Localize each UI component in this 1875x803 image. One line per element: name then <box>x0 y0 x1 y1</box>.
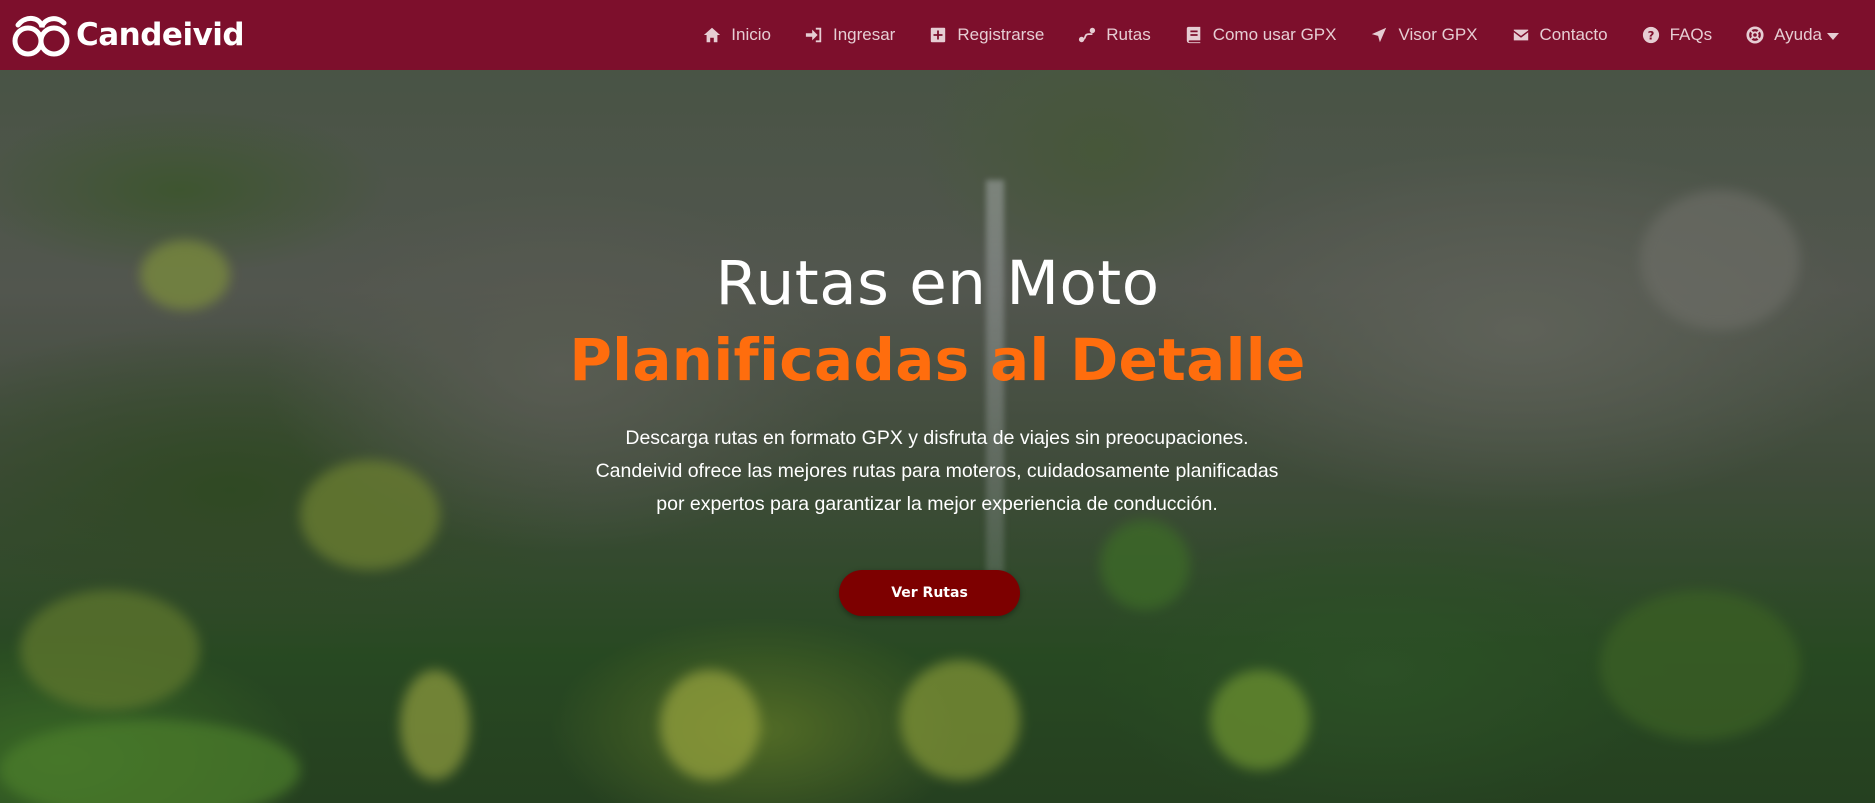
question-circle-icon: ? <box>1642 26 1659 44</box>
home-icon <box>704 27 721 43</box>
hero-description-line: Candeivid ofrece las mejores rutas para … <box>595 460 1279 482</box>
ver-rutas-button[interactable]: Ver Rutas <box>839 570 1020 616</box>
hero-content: Rutas en Moto Planificadas al Detalle De… <box>0 70 1875 803</box>
plus-square-icon <box>931 27 946 43</box>
book-icon <box>1186 26 1201 44</box>
nav-item-como-usar-gpx[interactable]: Como usar GPX <box>1185 25 1337 45</box>
location-arrow-icon <box>1372 27 1387 43</box>
svg-text:?: ? <box>1647 29 1654 43</box>
nav-item-label: Contacto <box>1539 25 1608 44</box>
nav-item-label: Ayuda <box>1774 25 1822 44</box>
motorcycle-logo-icon <box>12 16 70 57</box>
hero-description-line: Descarga rutas en formato GPX y disfruta… <box>625 427 1249 449</box>
nav-item-inicio[interactable]: Inicio <box>703 25 771 45</box>
envelope-icon <box>1513 29 1528 41</box>
nav-item-label: Registrarse <box>957 25 1045 44</box>
hero-title-line-2: Planificadas al Detalle <box>569 326 1306 394</box>
route-icon <box>1079 27 1096 43</box>
main-nav: Inicio Ingresar Registrarse Rutas Como u… <box>703 0 1875 70</box>
hero-description: Descarga rutas en formato GPX y disfruta… <box>537 422 1337 521</box>
nav-item-label: FAQs <box>1669 25 1713 44</box>
nav-item-ayuda-dropdown[interactable]: Ayuda <box>1746 25 1839 45</box>
caret-down-icon <box>1827 32 1839 40</box>
nav-item-faqs[interactable]: ? FAQs <box>1642 25 1713 45</box>
nav-item-label: Como usar GPX <box>1212 25 1337 44</box>
nav-item-label: Visor GPX <box>1398 25 1478 44</box>
hero-description-line: por expertos para garantizar la mejor ex… <box>656 493 1218 515</box>
sign-in-icon <box>805 27 822 43</box>
nav-item-ingresar[interactable]: Ingresar <box>805 25 895 45</box>
nav-item-contacto[interactable]: Contacto <box>1512 25 1608 45</box>
nav-item-label: Rutas <box>1106 25 1151 44</box>
hero-title-line-1: Rutas en Moto <box>715 248 1160 319</box>
nav-item-visor-gpx[interactable]: Visor GPX <box>1370 25 1478 45</box>
nav-item-label: Ingresar <box>832 25 896 44</box>
nav-item-rutas[interactable]: Rutas <box>1078 25 1151 45</box>
brand-name: Candeivid <box>76 17 245 53</box>
brand-logo-link[interactable]: Candeivid <box>12 0 245 70</box>
top-navbar: Candeivid Inicio Ingresar Registrarse Ru… <box>0 0 1875 70</box>
hero-section: Rutas en Moto Planificadas al Detalle De… <box>0 70 1875 803</box>
nav-item-registrarse[interactable]: Registrarse <box>929 25 1044 45</box>
life-ring-icon <box>1746 26 1764 44</box>
nav-item-label: Inicio <box>731 25 771 44</box>
